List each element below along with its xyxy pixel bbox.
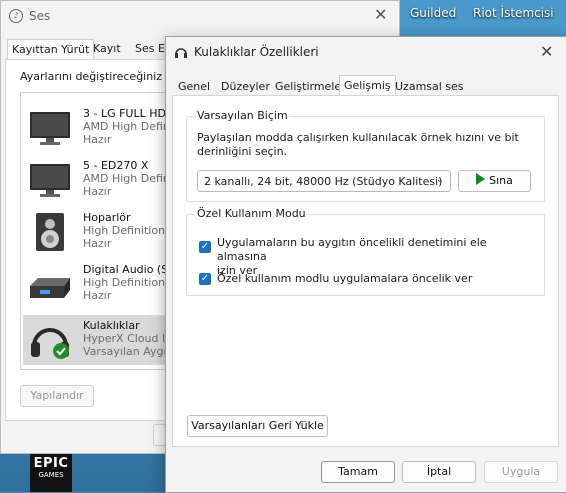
close-icon[interactable]: ✕ <box>374 5 387 24</box>
test-button[interactable]: Sına <box>458 170 531 192</box>
desktop-icon-guilded[interactable]: Guilded <box>410 6 456 20</box>
format-select-value: 2 kanallı, 24 bit, 48000 Hz (Stüdyo Kali… <box>204 175 443 188</box>
device-status: Hazır <box>83 185 112 198</box>
instruction-text: Ayarlarını değiştireceğiniz ka <box>20 70 179 83</box>
chevron-down-icon: ⌄ <box>435 174 444 185</box>
default-format-group: Varsayılan Biçim Paylaşılan modda çalışı… <box>186 109 545 202</box>
monitor-icon <box>30 112 70 145</box>
restore-defaults-button[interactable]: Varsayılanları Geri Yükle <box>187 415 328 437</box>
epic-label: EPIC <box>33 456 69 471</box>
device-status: Varsayılan Aygıt <box>83 345 171 358</box>
digital-audio-icon <box>30 278 70 298</box>
tab-advanced[interactable]: Gelişmiş <box>339 75 396 96</box>
exclusive-mode-label: Özel Kullanım Modu <box>195 207 308 220</box>
exclusive-control-line-1: Uygulamaların bu aygıtın öncelikli denet… <box>217 236 487 263</box>
monitor-icon <box>30 164 70 197</box>
cancel-button[interactable]: İptal <box>402 461 476 483</box>
exclusive-priority-checkbox[interactable]: ✓ <box>199 273 211 285</box>
tab-recording[interactable]: Kayıt <box>89 39 125 58</box>
device-name: Kulaklıklar <box>83 319 140 332</box>
properties-title: Kulaklıklar Özellikleri <box>194 45 319 59</box>
device-driver: HyperX Cloud II <box>83 332 169 345</box>
apply-button[interactable]: Uygula <box>484 461 558 483</box>
device-name: Digital Audio (S <box>83 263 169 276</box>
test-label: Sına <box>489 174 513 187</box>
epic-games-icon[interactable]: EPIC GAMES <box>30 452 72 492</box>
device-driver: AMD High Defini <box>83 172 173 185</box>
epic-sublabel: GAMES <box>38 471 64 479</box>
tab-levels[interactable]: Düzeyler <box>217 77 274 96</box>
device-driver: High Definition <box>83 276 166 289</box>
properties-titlebar: Kulaklıklar Özellikleri ✕ <box>166 37 566 67</box>
tab-playback[interactable]: Kayıttan Yürüt <box>7 39 95 59</box>
ok-button[interactable]: Tamam <box>321 461 395 483</box>
default-format-description: Paylaşılan modda çalışırken kullanılacak… <box>197 131 537 159</box>
device-name: Hoparlör <box>83 211 131 224</box>
default-format-label: Varsayılan Biçim <box>195 109 290 122</box>
close-icon[interactable]: ✕ <box>540 42 553 61</box>
device-driver: High Definition <box>83 224 166 237</box>
configure-button[interactable]: Yapılandır <box>20 385 94 407</box>
play-icon <box>476 173 486 185</box>
description-line-2: derinliğini seçin. <box>197 145 288 158</box>
sound-title: Ses <box>29 9 51 23</box>
advanced-panel: Varsayılan Biçim Paylaşılan modda çalışı… <box>172 95 559 447</box>
format-select[interactable]: 2 kanallı, 24 bit, 48000 Hz (Stüdyo Kali… <box>197 170 451 192</box>
device-name: 3 - LG FULL HD <box>83 107 166 120</box>
device-driver: AMD High Defini <box>83 120 173 133</box>
device-status: Hazır <box>83 237 112 250</box>
headphones-properties-window: Kulaklıklar Özellikleri ✕ Genel Düzeyler… <box>165 36 566 493</box>
sound-titlebar: ♪ Ses ✕ <box>1 1 399 31</box>
headphones-small-icon <box>175 48 187 58</box>
tab-spatial-sound[interactable]: Uzamsal ses <box>391 77 468 96</box>
exclusive-mode-group: Özel Kullanım Modu ✓ Uygulamaların bu ay… <box>186 207 545 296</box>
desktop-icon-riot[interactable]: Riot İstemcisi <box>473 6 554 20</box>
exclusive-priority-label[interactable]: Özel kullanım modlu uygulamalara öncelik… <box>217 272 537 286</box>
headphones-icon <box>31 328 69 359</box>
tab-general[interactable]: Genel <box>174 77 214 96</box>
exclusive-control-checkbox[interactable]: ✓ <box>199 241 211 253</box>
device-status: Hazır <box>83 133 112 146</box>
sound-app-icon: ♪ <box>9 9 23 23</box>
speaker-icon <box>36 213 64 251</box>
description-line-1: Paylaşılan modda çalışırken kullanılacak… <box>197 131 519 144</box>
tab-enhancements[interactable]: Geliştirmeler <box>271 77 350 96</box>
device-status: Hazır <box>83 289 112 302</box>
device-name: 5 - ED270 X <box>83 159 149 172</box>
